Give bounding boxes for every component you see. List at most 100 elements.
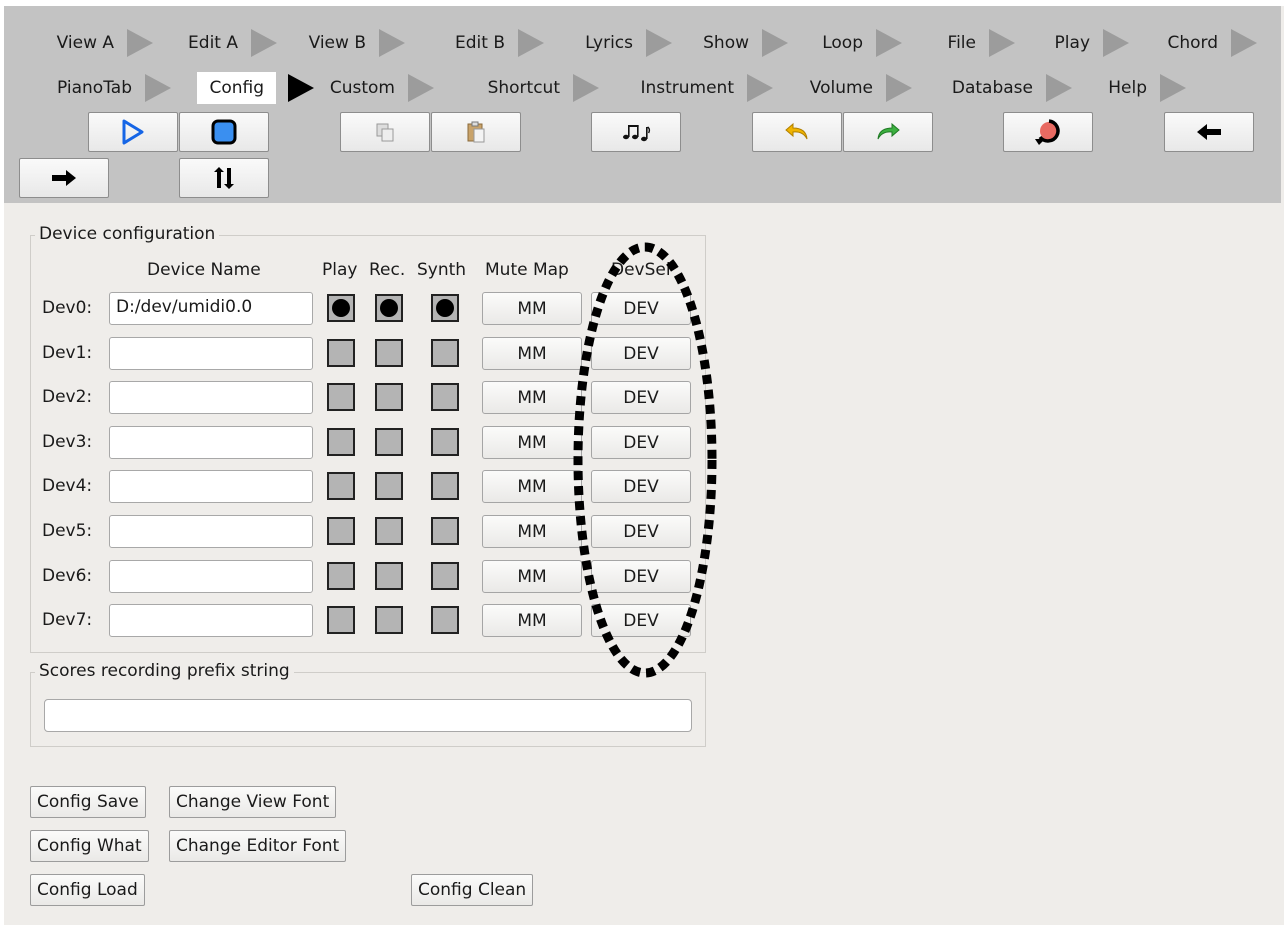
prefix-input[interactable]	[44, 699, 692, 732]
play-checkbox[interactable]	[327, 472, 355, 500]
arrow-left-button[interactable]	[1164, 112, 1254, 152]
rec-checkbox[interactable]	[375, 472, 403, 500]
tab-database[interactable]: Database	[925, 71, 1085, 105]
tab-arrow-icon	[379, 29, 405, 57]
synth-checkbox[interactable]	[431, 606, 459, 634]
config-what-button[interactable]: Config What	[30, 830, 149, 862]
synth-checkbox[interactable]	[431, 339, 459, 367]
tab-label: View B	[308, 33, 366, 53]
rec-checkbox[interactable]	[375, 562, 403, 590]
device-name-input[interactable]	[109, 470, 313, 503]
change-view-font-button[interactable]: Change View Font	[169, 786, 337, 818]
rec-checkbox[interactable]	[375, 517, 403, 545]
tab-chord[interactable]: Chord	[1142, 26, 1270, 60]
mute-map-button[interactable]: MM	[482, 381, 582, 414]
copy-button[interactable]	[340, 112, 430, 152]
play-checkbox[interactable]	[327, 339, 355, 367]
devsel-button[interactable]: DEV	[591, 470, 691, 503]
rec-checkbox[interactable]	[375, 294, 403, 322]
reload-icon	[1035, 119, 1060, 145]
stop-button[interactable]	[179, 112, 269, 152]
tab-arrow-icon	[876, 29, 902, 57]
synth-checkbox[interactable]	[431, 472, 459, 500]
devsel-button[interactable]: DEV	[591, 515, 691, 548]
device-label: Dev0:	[42, 298, 93, 318]
play-checkbox[interactable]	[327, 294, 355, 322]
tab-instrument[interactable]: Instrument	[612, 71, 786, 105]
tab-edit-b[interactable]: Edit B	[418, 26, 557, 60]
swap-arrows-button[interactable]	[179, 158, 269, 198]
play-checkbox[interactable]	[327, 606, 355, 634]
rec-checkbox[interactable]	[375, 428, 403, 456]
devsel-button[interactable]: DEV	[591, 426, 691, 459]
tab-show[interactable]: Show	[685, 26, 801, 60]
undo-button[interactable]	[752, 112, 842, 152]
mute-map-button[interactable]: MM	[482, 515, 582, 548]
device-name-input[interactable]	[109, 426, 313, 459]
devsel-button[interactable]: DEV	[591, 337, 691, 370]
redo-button[interactable]	[843, 112, 933, 152]
tab-edit-a[interactable]: Edit A	[166, 26, 290, 60]
mute-map-button[interactable]: MM	[482, 426, 582, 459]
play-checkbox[interactable]	[327, 383, 355, 411]
tab-custom[interactable]: Custom	[315, 71, 447, 105]
rec-checkbox[interactable]	[375, 606, 403, 634]
devsel-button[interactable]: DEV	[591, 381, 691, 414]
play-button[interactable]	[88, 112, 178, 152]
tab-arrow-icon	[646, 29, 672, 57]
tab-config[interactable]: Config	[184, 71, 315, 105]
tab-arrow-icon	[251, 29, 277, 57]
device-name-input[interactable]: D:/dev/umidi0.0	[109, 292, 313, 325]
tab-file[interactable]: File	[915, 26, 1028, 60]
mute-map-button[interactable]: MM	[482, 560, 582, 593]
tab-label: Help	[1108, 78, 1147, 98]
rec-checkbox[interactable]	[375, 339, 403, 367]
play-checkbox[interactable]	[327, 562, 355, 590]
stop-icon	[211, 119, 237, 145]
toolbar: View A Edit A View B Edit B Lyrics Show …	[4, 6, 1281, 203]
device-name-input[interactable]	[109, 381, 313, 414]
devsel-button[interactable]: DEV	[591, 292, 691, 325]
device-name-input[interactable]	[109, 515, 313, 548]
device-name-input[interactable]	[109, 337, 313, 370]
tab-play[interactable]: Play	[1028, 26, 1142, 60]
app-window: View A Edit A View B Edit B Lyrics Show …	[4, 6, 1284, 925]
arrow-right-button[interactable]	[19, 158, 109, 198]
mute-map-button[interactable]: MM	[482, 470, 582, 503]
play-checkbox[interactable]	[327, 428, 355, 456]
tab-view-b[interactable]: View B	[290, 26, 418, 60]
tab-arrow-icon	[573, 74, 599, 102]
synth-checkbox[interactable]	[431, 517, 459, 545]
mute-map-button[interactable]: MM	[482, 292, 582, 325]
tab-view-a[interactable]: View A	[14, 26, 166, 60]
synth-checkbox[interactable]	[431, 294, 459, 322]
devsel-button[interactable]: DEV	[591, 604, 691, 637]
play-checkbox[interactable]	[327, 517, 355, 545]
config-clean-button[interactable]: Config Clean	[411, 874, 534, 906]
tab-pianotab[interactable]: PianoTab	[14, 71, 184, 105]
reload-button[interactable]	[1003, 112, 1093, 152]
tab-shortcut[interactable]: Shortcut	[447, 71, 612, 105]
music-notes-button[interactable]	[591, 112, 681, 152]
mute-map-button[interactable]: MM	[482, 604, 582, 637]
devsel-button[interactable]: DEV	[591, 560, 691, 593]
mute-map-button[interactable]: MM	[482, 337, 582, 370]
header-device-name: Device Name	[147, 260, 261, 280]
synth-checkbox[interactable]	[431, 383, 459, 411]
tab-loop[interactable]: Loop	[801, 26, 915, 60]
tab-label: Database	[951, 78, 1033, 98]
synth-checkbox[interactable]	[431, 428, 459, 456]
tab-lyrics[interactable]: Lyrics	[557, 26, 685, 60]
rec-checkbox[interactable]	[375, 383, 403, 411]
device-name-input[interactable]	[109, 604, 313, 637]
config-save-button[interactable]: Config Save	[30, 786, 146, 818]
synth-checkbox[interactable]	[431, 562, 459, 590]
tab-volume[interactable]: Volume	[786, 71, 925, 105]
header-devsel: DevSel	[611, 260, 671, 280]
config-load-button[interactable]: Config Load	[30, 874, 145, 906]
paste-button[interactable]	[431, 112, 521, 152]
device-name-input[interactable]	[109, 560, 313, 593]
tab-help[interactable]: Help	[1085, 71, 1199, 105]
change-editor-font-button[interactable]: Change Editor Font	[169, 830, 347, 862]
device-label: Dev5:	[42, 521, 93, 541]
